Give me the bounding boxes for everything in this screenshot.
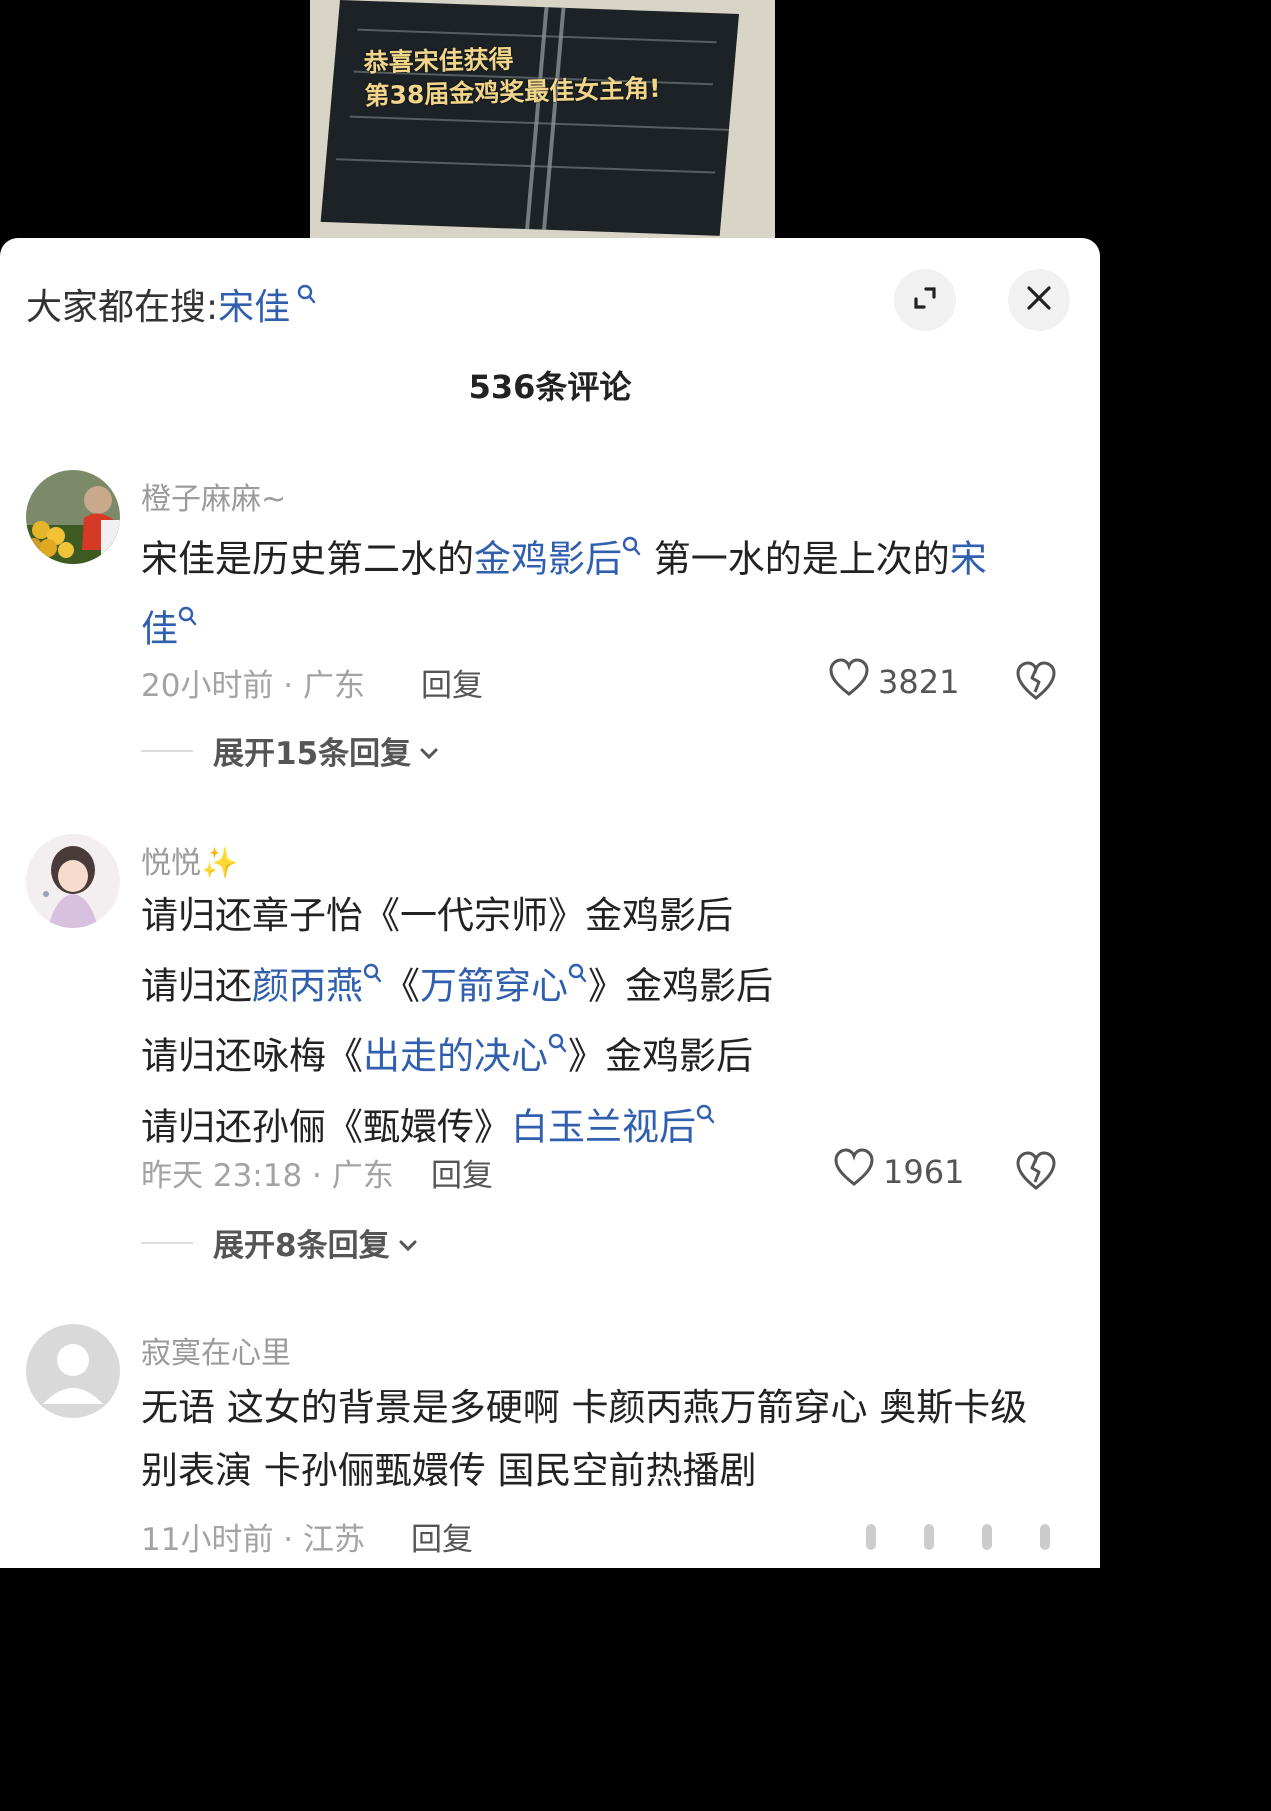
close-button[interactable]	[1008, 269, 1070, 331]
comment-text-segment: 第一水的是上次的	[642, 537, 950, 581]
like-count: 1961	[883, 1153, 965, 1191]
broken-heart-icon	[1014, 661, 1058, 706]
search-icon	[178, 607, 198, 633]
avatar[interactable]	[26, 834, 120, 928]
comment-meta: 11小时前 · 江苏	[141, 1522, 366, 1558]
comment-text-line: 无语 这女的背景是多硬啊 卡颜丙燕万箭穿心 奥斯卡级	[141, 1386, 1028, 1429]
dislike-button[interactable]	[1014, 1150, 1058, 1194]
chevron-down-icon	[419, 733, 439, 769]
comment-meta: 20小时前 · 广东	[141, 668, 366, 704]
like-count: 3821	[878, 663, 960, 701]
indicator-bar	[982, 1524, 992, 1550]
expand-replies-button[interactable]: 展开8条回复	[141, 1220, 418, 1265]
video-player[interactable]: 恭喜宋佳获得 第38届金鸡奖最佳女主角!	[0, 0, 1100, 260]
video-screen	[320, 0, 740, 236]
comment-text: 无语 这女的背景是多硬啊 卡颜丙燕万箭穿心 奥斯卡级 别表演 卡孙俪甄嬛传 国民…	[141, 1376, 1027, 1502]
heart-icon	[833, 1148, 875, 1196]
trending-search-keyword[interactable]: 宋佳	[218, 287, 290, 328]
broken-heart-icon	[1014, 1151, 1058, 1196]
search-icon	[696, 1104, 716, 1131]
indicator-bar	[866, 1524, 876, 1550]
comment-text-segment: 《	[383, 964, 420, 1008]
search-icon	[568, 963, 588, 990]
comment-text-line: 请归还章子怡《一代宗师》金鸡影后	[141, 894, 733, 937]
comment-text-line: 佳	[141, 590, 987, 660]
reply-button[interactable]: 回复	[431, 1150, 493, 1195]
dislike-button[interactable]	[1014, 660, 1058, 704]
comment-text-segment: 》金鸡影后	[588, 964, 773, 1008]
search-link[interactable]: 颜丙燕	[252, 964, 363, 1007]
expand-replies-button[interactable]: 展开15条回复	[141, 728, 439, 773]
comment-text: 宋佳是历史第二水的金鸡影后 第一水的是上次的宋 佳	[141, 520, 987, 661]
comment-text-line: 别表演 卡孙俪甄嬛传 国民空前热播剧	[141, 1449, 757, 1492]
comment-count: 536条评论	[468, 368, 632, 406]
expand-icon	[910, 283, 940, 317]
bottom-indicator	[866, 1524, 1050, 1550]
search-icon	[548, 1034, 568, 1060]
search-link[interactable]: 佳	[141, 608, 178, 651]
username[interactable]: 悦悦✨	[141, 838, 238, 882]
expand-replies-label: 展开8条回复	[213, 1228, 390, 1264]
divider-dash	[141, 1241, 193, 1244]
reply-button[interactable]: 回复	[421, 660, 483, 705]
comment-text-line: 请归还颜丙燕 《万箭穿心 》金鸡影后	[141, 947, 773, 1017]
comment-meta: 昨天 23:18 · 广东	[141, 1158, 394, 1194]
search-link[interactable]: 宋	[950, 537, 987, 580]
comment-text-segment: 请归还孙俪《甄嬛传》	[141, 1104, 511, 1148]
trending-search[interactable]: 大家都在搜:宋佳	[26, 278, 317, 330]
comment-text-segment: 宋佳是历史第二水的	[141, 537, 474, 581]
reply-button[interactable]: 回复	[411, 1514, 473, 1559]
comment-text-line: 请归还孙俪《甄嬛传》白玉兰视后	[141, 1088, 773, 1158]
expand-replies-label: 展开15条回复	[213, 736, 412, 772]
comment-text-line: 宋佳是历史第二水的金鸡影后 第一水的是上次的宋	[141, 520, 987, 590]
expand-button[interactable]	[894, 269, 956, 331]
avatar[interactable]	[26, 470, 120, 564]
close-icon	[1025, 284, 1053, 316]
search-icon	[363, 963, 383, 990]
comment-text-segment: 请归还咏梅《	[141, 1034, 363, 1078]
trending-search-prefix: 大家都在搜:	[26, 287, 219, 328]
heart-icon	[828, 658, 870, 706]
like-button[interactable]: 1961	[833, 1148, 964, 1196]
search-link[interactable]: 出走的决心	[363, 1035, 548, 1078]
comment-text-segment: 》金鸡影后	[568, 1034, 753, 1078]
username[interactable]: 橙子麻麻~	[141, 474, 286, 518]
indicator-bar	[924, 1524, 934, 1550]
search-icon	[622, 536, 642, 563]
search-link[interactable]: 万箭穿心	[420, 964, 568, 1007]
divider-dash	[141, 749, 193, 752]
avatar[interactable]	[26, 1324, 120, 1418]
search-link[interactable]: 白玉兰视后	[511, 1105, 696, 1148]
comment-panel: 大家都在搜:宋佳 536条评论 橙子麻麻~ 宋佳是历史第二水的金鸡影后 第一水的…	[0, 238, 1100, 1568]
video-caption: 恭喜宋佳获得 第38届金鸡奖最佳女主角!	[363, 38, 705, 113]
comment-text-segment: 请归还	[141, 964, 252, 1008]
comment-text-line: 请归还咏梅《出走的决心 》金鸡影后	[141, 1017, 773, 1087]
username[interactable]: 寂寞在心里	[141, 1328, 291, 1372]
chevron-down-icon	[398, 1225, 418, 1261]
comment-text: 请归还章子怡《一代宗师》金鸡影后 请归还颜丙燕 《万箭穿心 》金鸡影后 请归还咏梅《…	[141, 884, 773, 1158]
like-button[interactable]: 3821	[828, 658, 959, 706]
search-link[interactable]: 金鸡影后	[474, 537, 622, 580]
search-icon	[290, 284, 316, 311]
indicator-bar	[1040, 1524, 1050, 1550]
